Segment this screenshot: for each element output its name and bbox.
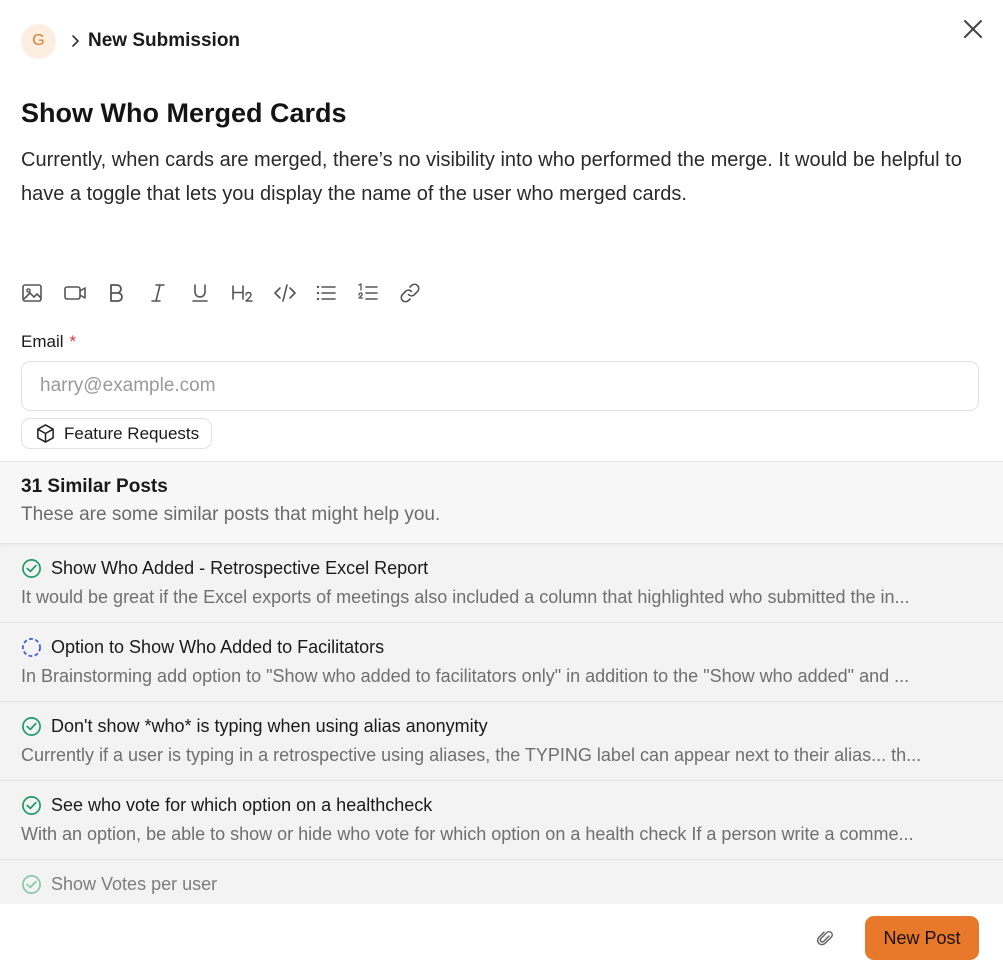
editor-toolbar (21, 281, 441, 305)
similar-posts-panel: 31 Similar Posts These are some similar … (0, 461, 1003, 904)
list-item-body: Currently if a user is typing in a retro… (21, 745, 922, 765)
list-item[interactable]: Don't show *who* is typing when using al… (0, 702, 1003, 781)
breadcrumb: G New Submission (21, 22, 240, 60)
chevron-right-icon (68, 34, 82, 48)
post-description[interactable]: Currently, when cards are merged, there’… (21, 143, 981, 211)
category-selector[interactable]: Feature Requests (21, 418, 213, 449)
check-circle-icon (22, 795, 41, 815)
list-item[interactable]: Show Who Added - Retrospective Excel Rep… (0, 544, 1003, 623)
list-item-body: It would be great if the Excel exports o… (21, 587, 910, 607)
image-icon[interactable] (21, 281, 63, 305)
similar-posts-subtitle: These are some similar posts that might … (21, 504, 441, 525)
list-item[interactable]: See who vote for which option on a healt… (0, 781, 1003, 860)
video-icon[interactable] (63, 281, 105, 305)
check-circle-icon (22, 716, 41, 736)
footer: New Post (0, 904, 1003, 971)
list-item[interactable]: Show Votes per user (0, 860, 1003, 904)
bullet-list-icon[interactable] (315, 281, 357, 305)
breadcrumb-current: New Submission (88, 30, 241, 51)
list-item-title: Show Votes per user (51, 873, 218, 894)
post-title[interactable]: Show Who Merged Cards (21, 98, 347, 129)
paperclip-icon[interactable] (815, 928, 835, 948)
in-progress-icon (22, 637, 41, 657)
numbered-list-icon[interactable] (357, 281, 399, 305)
close-icon[interactable] (961, 17, 985, 41)
underline-icon[interactable] (189, 281, 231, 305)
check-circle-icon (22, 874, 41, 894)
box-icon (37, 424, 54, 443)
list-item-body: In Brainstorming add option to "Show who… (21, 666, 910, 686)
similar-posts-title: 31 Similar Posts (21, 476, 168, 497)
heading2-icon[interactable] (231, 281, 273, 305)
code-icon[interactable] (273, 281, 315, 305)
email-label: Email * (21, 332, 76, 352)
list-item[interactable]: Option to Show Who Added to Facilitators… (0, 623, 1003, 702)
category-label: Feature Requests (64, 423, 200, 443)
link-icon[interactable] (399, 281, 441, 305)
list-item-title: See who vote for which option on a healt… (51, 794, 433, 815)
list-item-title: Option to Show Who Added to Facilitators (51, 636, 385, 657)
list-item-body: With an option, be able to show or hide … (21, 824, 914, 844)
similar-posts-header: 31 Similar Posts These are some similar … (0, 462, 1003, 544)
list-item-title: Don't show *who* is typing when using al… (51, 715, 488, 736)
list-item-title: Show Who Added - Retrospective Excel Rep… (51, 557, 429, 578)
check-circle-icon (22, 558, 41, 578)
italic-icon[interactable] (147, 281, 189, 305)
avatar[interactable]: G (21, 23, 56, 59)
new-post-button[interactable]: New Post (865, 916, 979, 960)
email-field[interactable] (21, 361, 979, 411)
required-mark: * (69, 332, 77, 351)
email-label-text: Email (21, 332, 64, 351)
bold-icon[interactable] (105, 281, 147, 305)
